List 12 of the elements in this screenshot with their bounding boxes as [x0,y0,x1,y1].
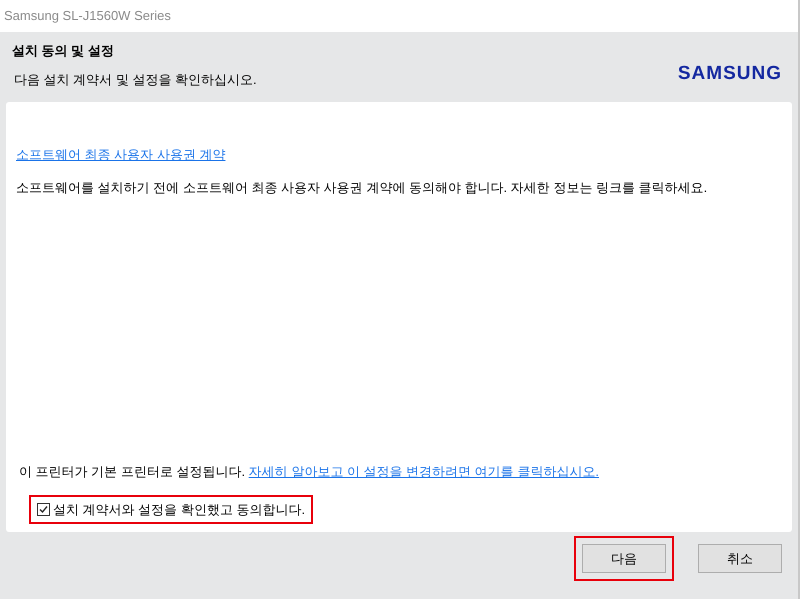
description-text: 소프트웨어를 설치하기 전에 소프트웨어 최종 사용자 사용권 계약에 동의해야 합니다. 자세한 정보는 링크를 클릭하세요. [16,178,708,196]
dialog-button[interactable]: 취소 [698,544,782,573]
agree-checkbox[interactable]: 설치 계약서와 설정을 확인했고 동의합니다. [37,500,306,519]
settings-link[interactable]: 자세히 알아보고 이 설정을 변경하려면 여기를 클릭하십시오. [248,464,599,479]
dialog-button[interactable]: 다음 [582,544,666,573]
checkbox[interactable] [37,502,50,516]
page-subtitle: 다음 설치 계약서 및 설정을 확인하십시오. [13,70,257,88]
brand-logo: SAMSUNG [678,62,782,86]
eula-link[interactable]: 소프트웨어 최종 사용자 사용권 계약 [16,145,226,164]
window-title: Samsung SL-J1560W Series [4,7,171,26]
default-printer-text: 이 프린터가 기본 프린터로 설정됩니다. 자세히 알아보고 이 설정을 변경하려면 여기를 클릭하십시오. [18,463,600,481]
page-title: 설치 동의 및 설정 [12,42,115,60]
